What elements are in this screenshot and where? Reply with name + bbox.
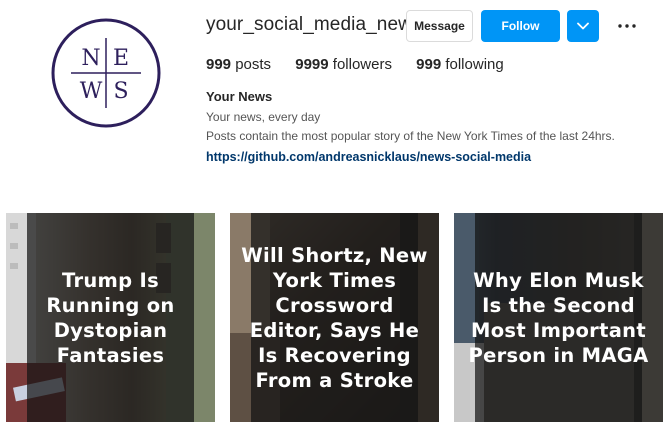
profile-avatar[interactable]: N E W S xyxy=(51,18,161,128)
post-tile[interactable]: Will Shortz, New York Times Crossword Ed… xyxy=(230,213,439,422)
following-label: following xyxy=(445,56,504,73)
followers-label: followers xyxy=(332,56,392,73)
news-logo: N E W S xyxy=(51,18,161,128)
following-stat[interactable]: 999 following xyxy=(416,56,504,73)
avatar-letter-w: W xyxy=(80,79,103,104)
posts-label: posts xyxy=(235,56,272,73)
message-button[interactable]: Message xyxy=(406,10,473,42)
followers-count: 9999 xyxy=(295,56,329,73)
profile-username: your_social_media_news xyxy=(206,14,422,35)
follow-button[interactable]: Follow xyxy=(481,10,560,42)
profile-stats: 999 posts 9999 followers 999 following xyxy=(206,56,524,73)
post-caption: Why Elon Musk Is the Second Most Importa… xyxy=(468,268,649,367)
post-tile[interactable]: Why Elon Musk Is the Second Most Importa… xyxy=(454,213,663,422)
posts-count: 999 xyxy=(206,56,232,73)
bio-text-line: Posts contain the most popular story of … xyxy=(206,129,615,143)
bio-text-line: Your news, every day xyxy=(206,110,321,124)
more-horizontal-icon xyxy=(618,24,636,28)
bio-link[interactable]: https://github.com/andreasnicklaus/news-… xyxy=(206,150,531,164)
posts-stat: 999 posts xyxy=(206,56,271,73)
avatar-letter-s: S xyxy=(113,79,128,104)
followers-stat[interactable]: 9999 followers xyxy=(295,56,392,73)
bio-name: Your News xyxy=(206,89,273,104)
post-caption: Trump Is Running on Dystopian Fantasies xyxy=(46,268,175,367)
more-options-button[interactable] xyxy=(614,14,640,38)
post-caption: Will Shortz, New York Times Crossword Ed… xyxy=(241,243,428,392)
suggested-dropdown-button[interactable] xyxy=(567,10,599,42)
avatar-letter-e: E xyxy=(113,46,129,71)
avatar-letter-n: N xyxy=(81,46,100,71)
chevron-down-icon xyxy=(577,22,589,30)
following-count: 999 xyxy=(416,56,442,73)
post-tile[interactable]: Trump Is Running on Dystopian Fantasies xyxy=(6,213,215,422)
